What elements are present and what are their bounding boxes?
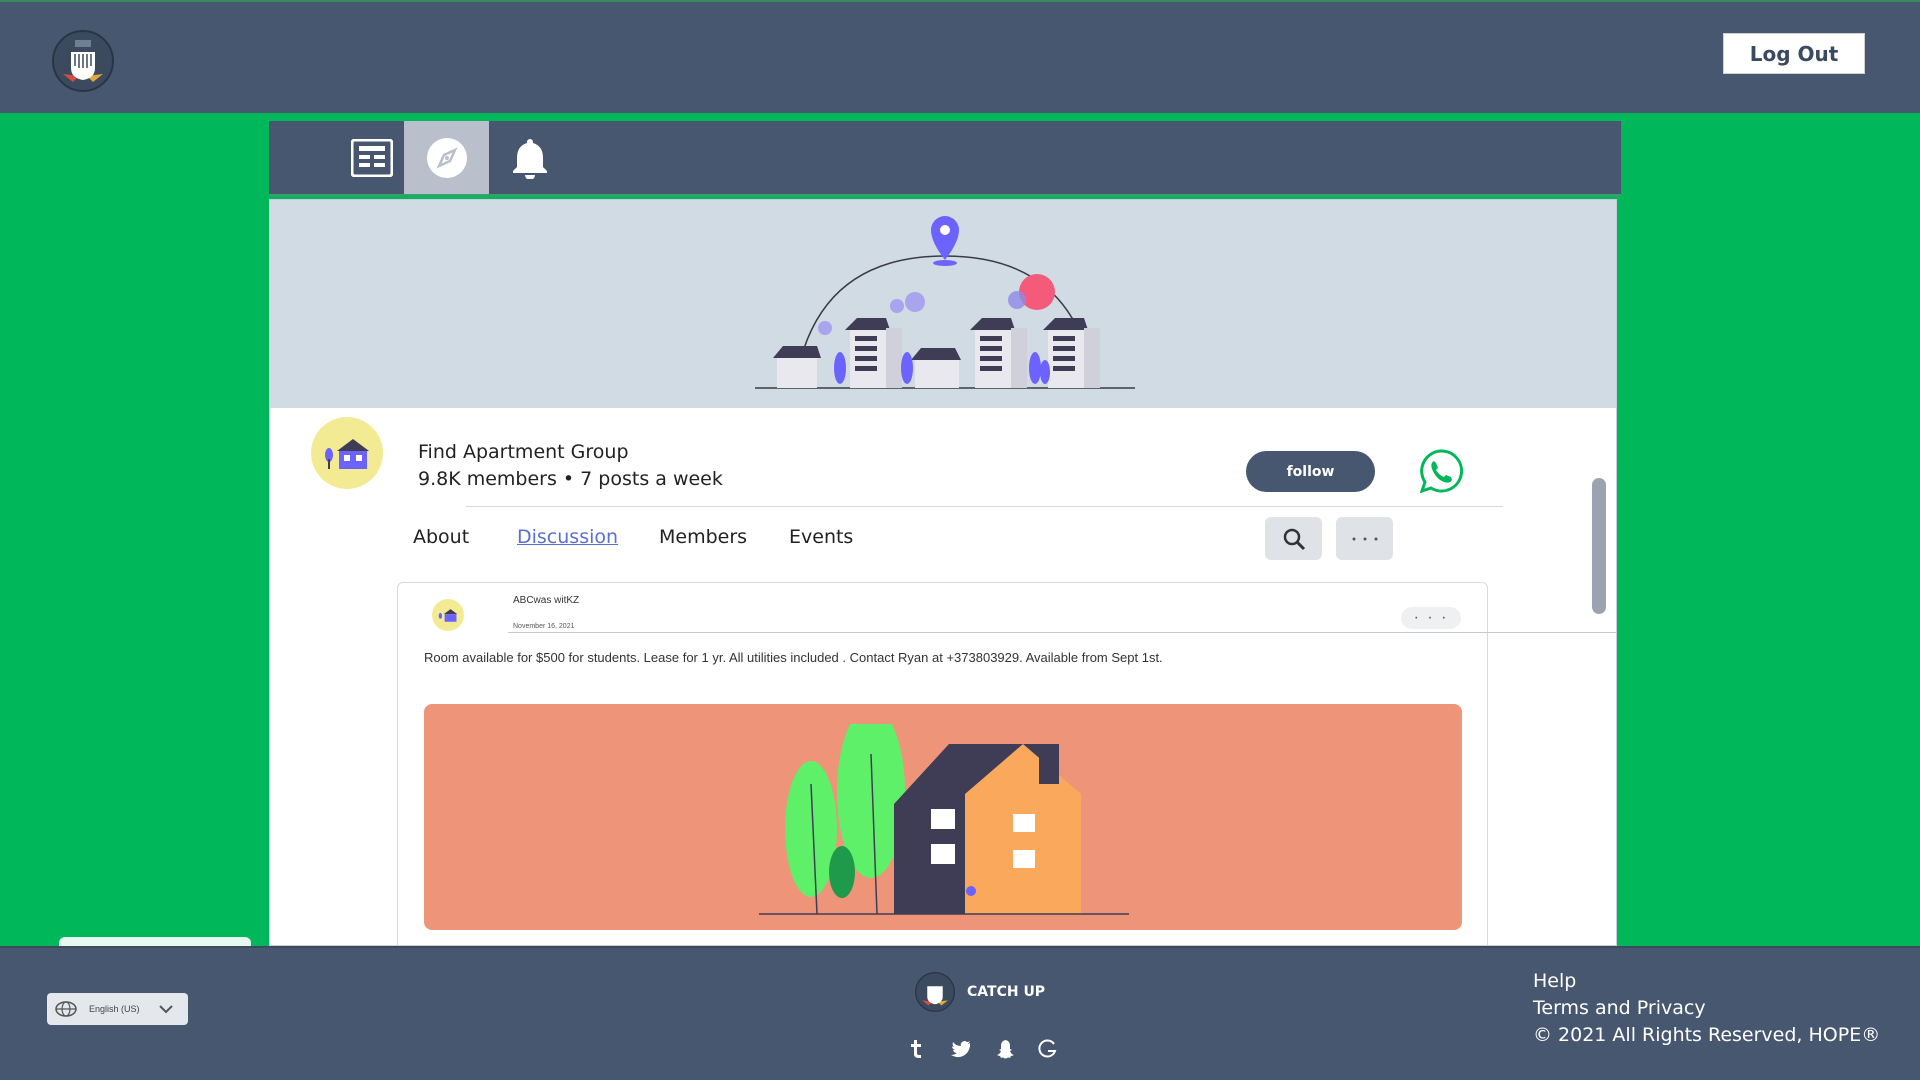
house-icon [438, 609, 458, 622]
post-divider [508, 632, 1616, 633]
language-selector[interactable]: English (US) [47, 993, 188, 1025]
house-icon [325, 439, 369, 469]
follow-button[interactable]: follow [1246, 451, 1375, 492]
house-illustration [759, 724, 1129, 915]
group-name: Find Apartment Group [418, 441, 629, 463]
google-icon[interactable] [1036, 1038, 1058, 1060]
more-horizontal-icon [1352, 537, 1377, 540]
bell-icon [512, 138, 547, 179]
footer-brand-name: CATCH UP [967, 984, 1046, 1000]
twitter-icon[interactable] [950, 1038, 972, 1060]
tab-about[interactable]: About [413, 526, 469, 548]
group-more-button[interactable] [1336, 517, 1393, 560]
post-date: November 16, 2021 [513, 623, 575, 630]
main-tab-bar [269, 121, 1621, 197]
footer: English (US) CATCH UP Help Terms and Pri… [0, 946, 1920, 1080]
tab-events[interactable]: Events [789, 526, 853, 548]
tab-discussion[interactable]: Discussion [517, 526, 618, 548]
language-label: English (US) [89, 1004, 140, 1014]
group-panel: Find Apartment Group 9.8K members • 7 po… [269, 199, 1617, 946]
logout-button[interactable]: Log Out [1723, 33, 1865, 74]
tumblr-icon[interactable] [905, 1038, 927, 1060]
group-meta: 9.8K members • 7 posts a week [418, 468, 723, 490]
city-location-illustration [755, 216, 1135, 389]
post-more-button[interactable]: · · · [1401, 607, 1461, 629]
whatsapp-icon[interactable] [1418, 448, 1464, 494]
hope-logo-icon[interactable] [49, 30, 117, 92]
post-body: Room available for $500 for students. Le… [424, 650, 1163, 665]
group-search-button[interactable] [1265, 517, 1322, 560]
snapchat-icon[interactable] [993, 1038, 1015, 1060]
hope-logo-icon [915, 972, 955, 1012]
post-author[interactable]: ABCwas witKZ [513, 595, 579, 606]
header-divider [466, 506, 1503, 507]
group-banner [270, 200, 1616, 408]
footer-links: Help Terms and Privacy © 2021 All Rights… [1533, 968, 1880, 1049]
post-image[interactable] [424, 704, 1462, 930]
tab-explore[interactable] [404, 121, 489, 194]
tab-news-feed[interactable] [329, 121, 414, 194]
panel-scrollbar[interactable] [1592, 478, 1606, 614]
chevron-down-icon [158, 1005, 173, 1014]
top-bar: Log Out [0, 0, 1920, 113]
post-author-avatar[interactable] [432, 599, 464, 631]
search-icon [1283, 528, 1305, 550]
tab-notifications[interactable] [487, 121, 572, 194]
help-link[interactable]: Help [1533, 968, 1880, 995]
tab-members[interactable]: Members [659, 526, 747, 548]
copyright: © 2021 All Rights Reserved, HOPE® [1533, 1024, 1881, 1046]
globe-icon [55, 1001, 77, 1017]
compass-icon [426, 137, 467, 178]
footer-brand: CATCH UP [913, 972, 1045, 1012]
terms-privacy-link[interactable]: Terms and Privacy [1533, 995, 1880, 1022]
group-avatar [311, 417, 383, 489]
newspaper-icon [350, 138, 393, 177]
discussion-post: ABCwas witKZ November 16, 2021 · · · Roo… [397, 582, 1616, 945]
